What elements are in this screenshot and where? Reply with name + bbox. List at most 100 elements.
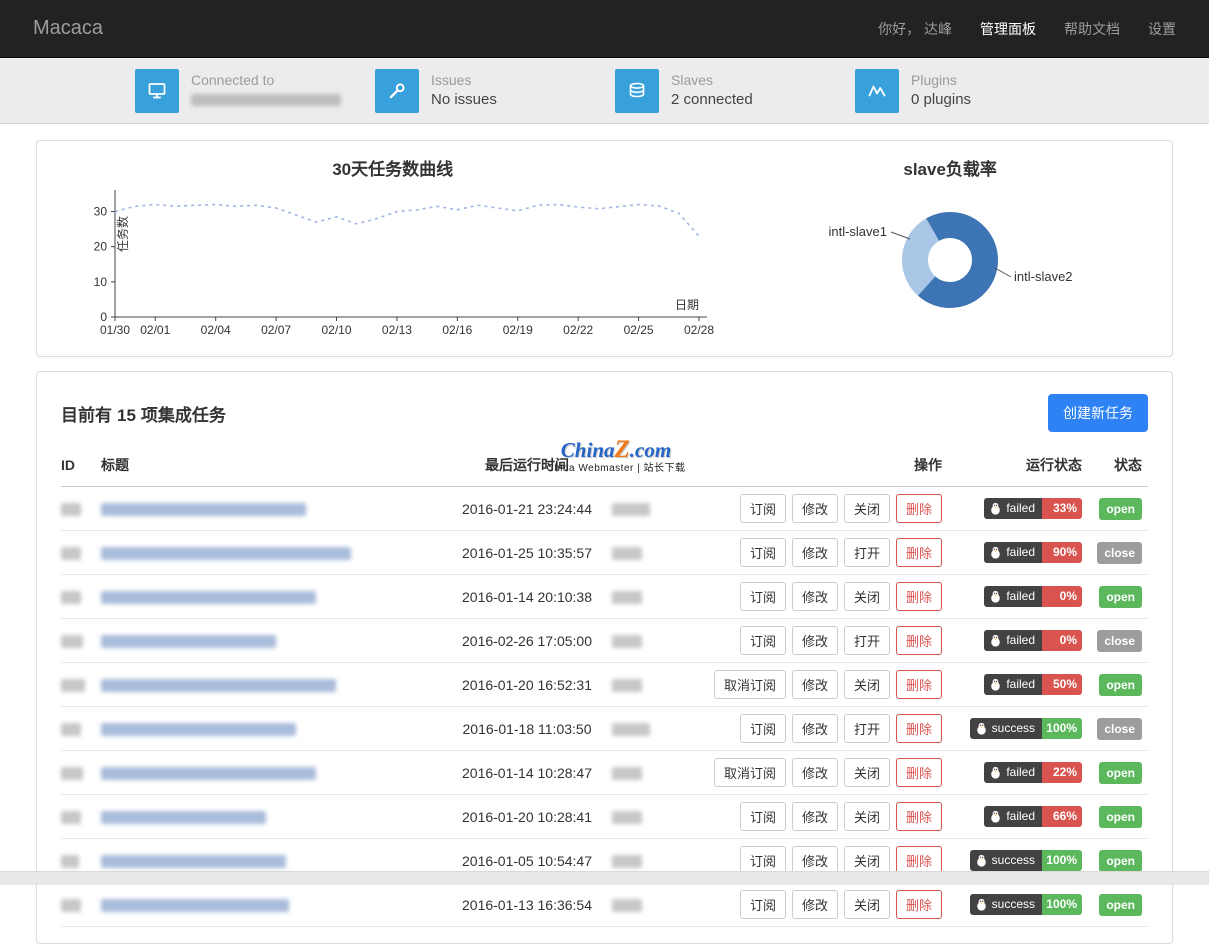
svg-text:任务数: 任务数 — [115, 216, 130, 252]
action-button[interactable]: 修改 — [792, 758, 838, 787]
col-id: ID — [61, 446, 101, 487]
task-owner-redacted — [612, 899, 642, 912]
task-last-run-time: 2016-01-20 10:28:41 — [442, 795, 612, 839]
donut-chart-svg: intl-slave1 intl-slave2 — [790, 182, 1110, 334]
wrench-icon — [375, 69, 419, 113]
status-badge[interactable]: close — [1097, 630, 1142, 652]
task-title-redacted[interactable] — [101, 899, 289, 912]
task-title-redacted[interactable] — [101, 855, 286, 868]
action-button[interactable]: 修改 — [792, 670, 838, 699]
task-title-redacted[interactable] — [101, 591, 316, 604]
delete-button[interactable]: 删除 — [896, 758, 942, 787]
penguin-icon — [989, 810, 1002, 823]
delete-button[interactable]: 删除 — [896, 890, 942, 919]
task-title-redacted[interactable] — [101, 723, 296, 736]
tasks-summary: 目前有15项集成任务 — [61, 401, 226, 426]
status-badge[interactable]: close — [1097, 542, 1142, 564]
connected-host-redacted — [191, 94, 341, 106]
action-button[interactable]: 修改 — [792, 582, 838, 611]
status-badge[interactable]: open — [1099, 850, 1142, 872]
task-id-redacted — [61, 811, 81, 824]
action-button[interactable]: 取消订阅 — [714, 758, 786, 787]
status-title: Issues — [431, 71, 497, 90]
status-badge[interactable]: close — [1097, 718, 1142, 740]
action-button[interactable]: 订阅 — [740, 494, 786, 523]
delete-button[interactable]: 删除 — [896, 626, 942, 655]
action-button[interactable]: 关闭 — [844, 758, 890, 787]
task-title-redacted[interactable] — [101, 679, 336, 692]
action-button[interactable]: 订阅 — [740, 802, 786, 831]
action-button[interactable]: 修改 — [792, 494, 838, 523]
action-button[interactable]: 关闭 — [844, 582, 890, 611]
run-status-badge: failed 50% — [984, 674, 1082, 695]
svg-text:02/13: 02/13 — [382, 323, 412, 337]
action-button[interactable]: 取消订阅 — [714, 670, 786, 699]
action-button[interactable]: 订阅 — [740, 626, 786, 655]
action-button[interactable]: 订阅 — [740, 890, 786, 919]
table-row: 2016-02-26 17:05:00 订阅修改打开删除 failed 0% c — [61, 619, 1148, 663]
status-badge[interactable]: open — [1099, 762, 1142, 784]
status-badge[interactable]: open — [1099, 894, 1142, 916]
run-status-percent: 33% — [1042, 498, 1082, 519]
run-status-label: success — [992, 894, 1035, 915]
action-button[interactable]: 关闭 — [844, 670, 890, 699]
task-owner-redacted — [612, 503, 650, 516]
run-status-label: failed — [1006, 630, 1035, 651]
task-title-redacted[interactable] — [101, 503, 306, 516]
task-owner-redacted — [612, 855, 642, 868]
action-button[interactable]: 修改 — [792, 626, 838, 655]
nav-link-settings[interactable]: 设置 — [1148, 19, 1176, 39]
task-title-redacted[interactable] — [101, 767, 316, 780]
delete-button[interactable]: 删除 — [896, 538, 942, 567]
task-title-redacted[interactable] — [101, 635, 276, 648]
nav-link-admin-panel[interactable]: 管理面板 — [980, 19, 1036, 39]
action-button[interactable]: 修改 — [792, 802, 838, 831]
line-chart-svg: 010203001/3002/0102/0402/0702/1002/1302/… — [63, 182, 723, 347]
run-status-label: failed — [1006, 806, 1035, 827]
nav-link-help-docs[interactable]: 帮助文档 — [1064, 19, 1120, 39]
action-button[interactable]: 打开 — [844, 714, 890, 743]
status-badge[interactable]: open — [1099, 498, 1142, 520]
action-button[interactable]: 关闭 — [844, 802, 890, 831]
action-button[interactable]: 订阅 — [740, 538, 786, 567]
run-status-badge: failed 33% — [984, 498, 1082, 519]
col-owner — [612, 446, 682, 487]
task-actions: 取消订阅修改关闭删除 — [682, 663, 942, 707]
delete-button[interactable]: 删除 — [896, 802, 942, 831]
action-button[interactable]: 关闭 — [844, 890, 890, 919]
action-button[interactable]: 修改 — [792, 890, 838, 919]
run-status-percent: 0% — [1042, 586, 1082, 607]
task-trend-panel: 30天任务数曲线 010203001/3002/0102/0402/0702/1… — [47, 153, 738, 352]
run-status-badge: failed 0% — [984, 630, 1082, 651]
action-button[interactable]: 打开 — [844, 626, 890, 655]
status-badge[interactable]: open — [1099, 806, 1142, 828]
donut-label-slave1: intl-slave1 — [829, 224, 888, 239]
database-icon — [615, 69, 659, 113]
delete-button[interactable]: 删除 — [896, 714, 942, 743]
create-task-button[interactable]: 创建新任务 — [1048, 394, 1148, 432]
task-title-redacted[interactable] — [101, 811, 266, 824]
status-badge[interactable]: open — [1099, 674, 1142, 696]
penguin-icon — [975, 722, 988, 735]
action-button[interactable]: 修改 — [792, 714, 838, 743]
col-run-status: 运行状态 — [942, 446, 1082, 487]
page-footer-strip — [0, 871, 1209, 885]
delete-button[interactable]: 删除 — [896, 670, 942, 699]
action-button[interactable]: 打开 — [844, 538, 890, 567]
task-id-redacted — [61, 547, 81, 560]
brand-logo[interactable]: Macaca — [33, 17, 103, 40]
delete-button[interactable]: 删除 — [896, 582, 942, 611]
task-owner-redacted — [612, 723, 650, 736]
delete-button[interactable]: 删除 — [896, 494, 942, 523]
status-badge[interactable]: open — [1099, 586, 1142, 608]
task-id-redacted — [61, 767, 83, 780]
task-id-redacted — [61, 723, 81, 736]
svg-text:02/28: 02/28 — [684, 323, 714, 337]
svg-text:20: 20 — [93, 240, 107, 254]
action-button[interactable]: 订阅 — [740, 582, 786, 611]
action-button[interactable]: 订阅 — [740, 714, 786, 743]
donut-chart-title: slave负载率 — [738, 155, 1162, 180]
action-button[interactable]: 关闭 — [844, 494, 890, 523]
task-title-redacted[interactable] — [101, 547, 351, 560]
action-button[interactable]: 修改 — [792, 538, 838, 567]
